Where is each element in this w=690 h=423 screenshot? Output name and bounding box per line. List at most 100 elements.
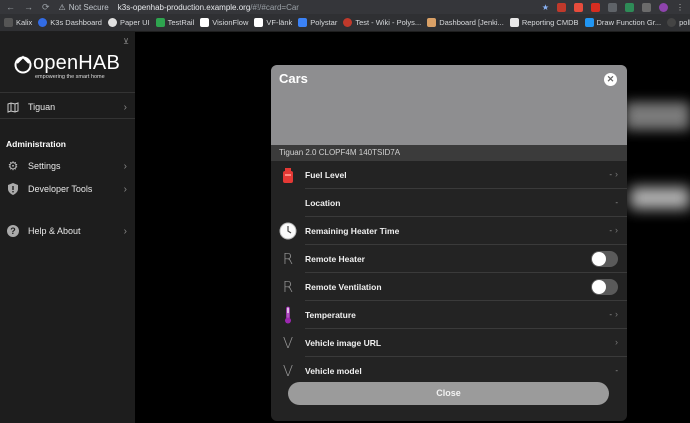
bookmark[interactable]: Dashboard [Jenki... bbox=[427, 18, 504, 27]
divider bbox=[0, 92, 135, 93]
sidebar-item-label: Developer Tools bbox=[28, 184, 93, 194]
list-item-fuel-level[interactable]: Fuel Level - › bbox=[271, 161, 627, 189]
bookmarks-bar: Kalix K3s Dashboard Paper UI TestRail Vi… bbox=[0, 14, 690, 32]
extension-icon[interactable] bbox=[591, 2, 600, 12]
item-letter-icon: V bbox=[282, 362, 294, 380]
bookmark[interactable]: Test - Wiki - Polys... bbox=[343, 18, 421, 27]
item-label: Vehicle model bbox=[305, 366, 362, 376]
pin-icon[interactable]: ⊻ bbox=[123, 37, 129, 46]
sidebar-item-developer-tools[interactable]: Developer Tools › bbox=[0, 178, 135, 200]
openhab-logo[interactable]: openHAB empowering the smart home bbox=[13, 52, 128, 102]
item-label: Remote Ventilation bbox=[305, 282, 382, 292]
back-icon[interactable]: ← bbox=[6, 2, 15, 12]
url-host: k3s-openhab-production.example.org bbox=[117, 2, 251, 12]
clock-icon bbox=[279, 222, 297, 240]
remote-heater-toggle[interactable] bbox=[591, 251, 618, 267]
bookmark[interactable]: K3s Dashboard bbox=[38, 18, 102, 27]
toggle-knob bbox=[592, 252, 606, 266]
chevron-right-icon: › bbox=[123, 101, 127, 113]
chevron-right-icon: › bbox=[615, 169, 618, 179]
shield-icon bbox=[6, 182, 20, 196]
chevron-right-icon: › bbox=[615, 225, 618, 235]
fuel-icon bbox=[279, 166, 297, 184]
url-path: /#!/#card=Car bbox=[250, 2, 299, 12]
close-button[interactable]: Close bbox=[288, 382, 609, 405]
chevron-right-icon: › bbox=[123, 225, 127, 237]
background-card bbox=[625, 102, 690, 130]
item-value: - bbox=[615, 198, 618, 207]
reload-icon[interactable]: ⟳ bbox=[42, 2, 50, 13]
item-letter-icon: V bbox=[282, 334, 294, 352]
bookmark[interactable]: Draw Function Gr... bbox=[584, 18, 661, 27]
map-icon bbox=[6, 100, 20, 114]
list-item-vehicle-model[interactable]: V Vehicle model - bbox=[271, 357, 627, 385]
divider bbox=[0, 118, 135, 119]
section-title-administration: Administration bbox=[6, 139, 66, 149]
toggle-knob bbox=[592, 280, 606, 294]
sidebar: ⊻ openHAB empowering the smart home Tigu… bbox=[0, 32, 135, 423]
list-item-vehicle-image-url[interactable]: V Vehicle image URL › bbox=[271, 329, 627, 357]
bookmark[interactable]: Polystar bbox=[298, 18, 337, 27]
bookmark[interactable]: Paper UI bbox=[107, 18, 150, 27]
list-item-temperature[interactable]: Temperature - › bbox=[271, 301, 627, 329]
menu-icon[interactable]: ⋮ bbox=[676, 3, 684, 12]
sidebar-item-label: Help & About bbox=[28, 226, 81, 236]
bookmark[interactable]: Reporting CMDB bbox=[509, 18, 579, 27]
browser-toolbar: ← → ⟳ ⚠ Not Secure k3s-openhab-productio… bbox=[0, 0, 690, 14]
chevron-right-icon: › bbox=[123, 183, 127, 195]
item-label: Fuel Level bbox=[305, 170, 347, 180]
modal-header: Cars ✕ bbox=[271, 65, 627, 145]
item-label: Temperature bbox=[305, 310, 356, 320]
item-letter-icon: R bbox=[282, 250, 294, 268]
list-item-location[interactable]: Location - bbox=[271, 189, 627, 217]
chevron-right-icon: › bbox=[615, 337, 618, 347]
modal-subtitle: Tiguan 2.0 CLOPF4M 140TSID7A bbox=[271, 145, 627, 161]
extension-icon[interactable] bbox=[557, 2, 566, 12]
warning-icon: ⚠ bbox=[58, 2, 66, 12]
bookmark[interactable]: polly/ bbox=[667, 18, 690, 27]
remote-ventilation-toggle[interactable] bbox=[591, 279, 618, 295]
extension-icon[interactable] bbox=[625, 2, 634, 12]
item-label: Location bbox=[305, 198, 341, 208]
sidebar-item-settings[interactable]: ⚙ Settings › bbox=[0, 155, 135, 177]
logo-text: openHAB bbox=[33, 52, 121, 74]
chevron-right-icon: › bbox=[123, 160, 127, 172]
background-card bbox=[630, 187, 690, 209]
list-item-remaining-heater-time[interactable]: Remaining Heater Time - › bbox=[271, 217, 627, 245]
sidebar-item-label: Settings bbox=[28, 161, 61, 171]
security-label: Not Secure bbox=[68, 2, 109, 12]
gear-icon: ⚙ bbox=[7, 159, 19, 173]
bookmark[interactable]: TestRail bbox=[155, 18, 194, 27]
forward-icon[interactable]: → bbox=[24, 2, 33, 12]
sidebar-item-tiguan[interactable]: Tiguan › bbox=[0, 96, 135, 118]
address-bar[interactable]: k3s-openhab-production.example.org/#!/#c… bbox=[118, 3, 299, 12]
card-modal: Cars ✕ Tiguan 2.0 CLOPF4M 140TSID7A Fuel… bbox=[271, 65, 627, 421]
bookmark[interactable]: VisionFlow bbox=[200, 18, 248, 27]
list-item-remote-heater: R Remote Heater bbox=[271, 245, 627, 273]
thermometer-icon bbox=[279, 306, 297, 324]
bookmark[interactable]: Kalix bbox=[4, 18, 32, 27]
openhab-logo-icon bbox=[14, 55, 32, 74]
extension-icon[interactable] bbox=[642, 2, 651, 12]
sidebar-item-help-about[interactable]: ? Help & About › bbox=[0, 220, 135, 242]
chevron-right-icon: › bbox=[615, 309, 618, 319]
item-value: - bbox=[609, 310, 612, 319]
bookmark-star-icon[interactable]: ★ bbox=[542, 3, 549, 12]
extension-icon[interactable] bbox=[608, 2, 617, 12]
logo-tagline: empowering the smart home bbox=[35, 74, 105, 80]
list-item-remote-ventilation: R Remote Ventilation bbox=[271, 273, 627, 301]
security-indicator[interactable]: ⚠ Not Secure bbox=[59, 3, 109, 12]
item-label: Remaining Heater Time bbox=[305, 226, 400, 236]
item-label: Vehicle image URL bbox=[305, 338, 382, 348]
item-value: - bbox=[609, 226, 612, 235]
close-icon[interactable]: ✕ bbox=[604, 73, 617, 86]
item-value: - bbox=[609, 170, 612, 179]
item-letter-icon: R bbox=[282, 278, 294, 296]
extension-icon[interactable] bbox=[574, 2, 583, 12]
bookmark[interactable]: VF-länk bbox=[254, 18, 292, 27]
sidebar-item-label: Tiguan bbox=[28, 102, 56, 112]
item-value: - bbox=[615, 366, 618, 375]
avatar[interactable] bbox=[659, 2, 668, 12]
item-label: Remote Heater bbox=[305, 254, 365, 264]
modal-title: Cars bbox=[279, 71, 308, 86]
